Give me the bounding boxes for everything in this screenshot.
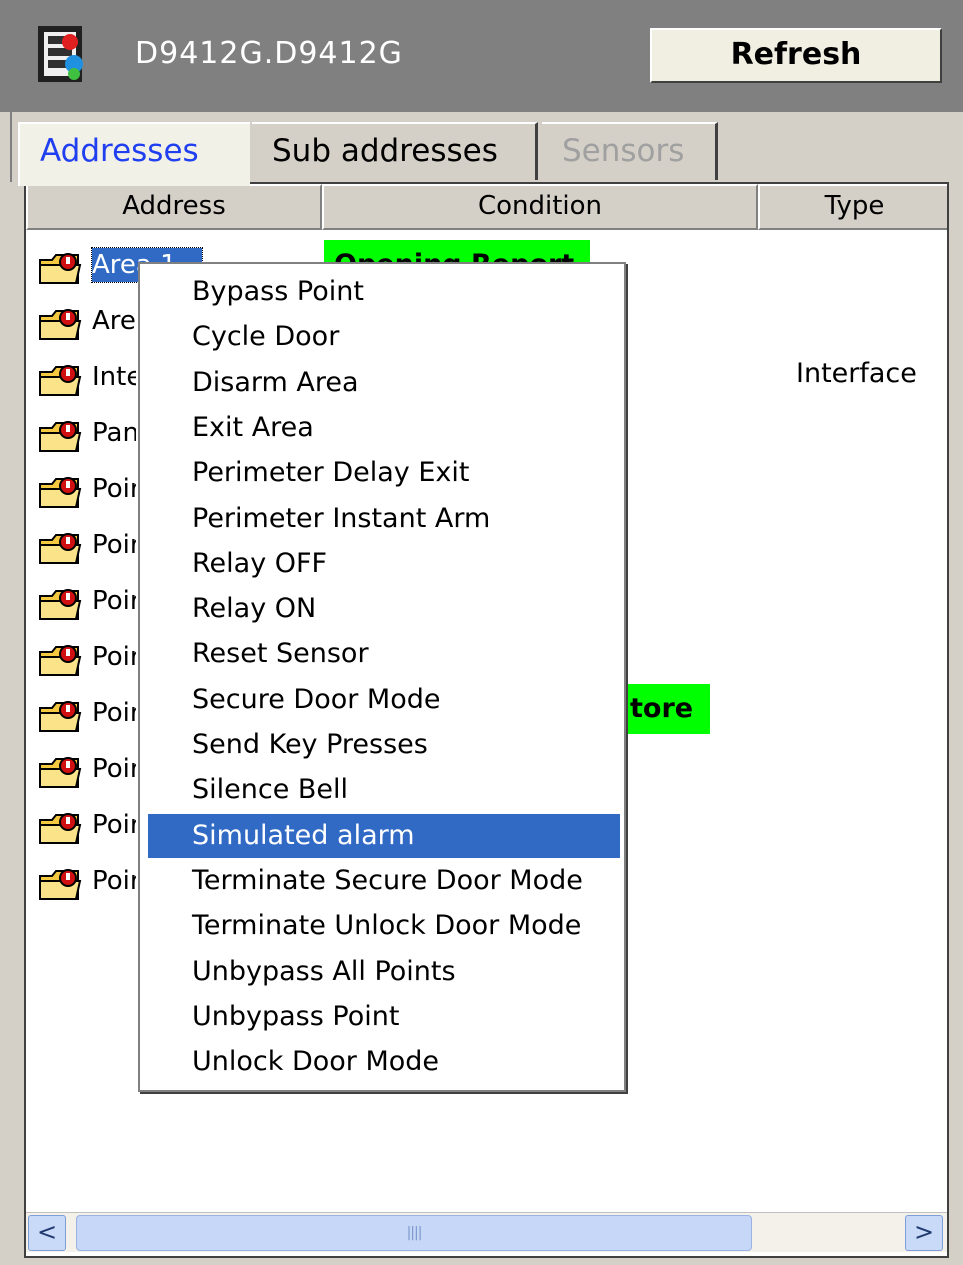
address-cell: Pan [92, 418, 136, 448]
condition-badge: tore [624, 684, 710, 734]
tab-sensors: Sensors [542, 122, 718, 180]
tab-strip: Addresses Sub addresses Sensors [10, 112, 963, 186]
folder-alarm-icon [39, 533, 82, 564]
menu-item-bypass-point[interactable]: Bypass Point [148, 270, 620, 314]
refresh-button[interactable]: Refresh [650, 28, 942, 83]
address-cell: Inte [92, 362, 136, 392]
scroll-right-button[interactable]: > [905, 1215, 943, 1251]
folder-alarm-icon [39, 365, 82, 396]
folder-alarm-icon [39, 813, 82, 844]
menu-item-relay-on[interactable]: Relay ON [148, 587, 620, 631]
folder-alarm-icon [39, 589, 82, 620]
menu-item-silence-bell[interactable]: Silence Bell [148, 768, 620, 812]
menu-item-disarm-area[interactable]: Disarm Area [148, 361, 620, 405]
folder-alarm-icon [39, 701, 82, 732]
menu-item-terminate-unlock-door-mode[interactable]: Terminate Unlock Door Mode [148, 904, 620, 948]
column-header-condition[interactable]: Condition [322, 184, 758, 230]
horizontal-scrollbar[interactable]: < |||| > [26, 1212, 947, 1252]
address-cell: Poir [92, 586, 136, 616]
tab-sub-addresses[interactable]: Sub addresses [252, 122, 538, 180]
folder-alarm-icon [39, 757, 82, 788]
tab-addresses[interactable]: Addresses [18, 122, 250, 186]
menu-item-simulated-alarm[interactable]: Simulated alarm [148, 813, 620, 858]
menu-item-unbypass-point[interactable]: Unbypass Point [148, 995, 620, 1039]
menu-item-unbypass-all-points[interactable]: Unbypass All Points [148, 950, 620, 994]
folder-alarm-icon [39, 253, 82, 284]
menu-item-reset-sensor[interactable]: Reset Sensor [148, 632, 620, 676]
folder-alarm-icon [39, 309, 82, 340]
menu-item-perimeter-instant-arm[interactable]: Perimeter Instant Arm [148, 497, 620, 541]
menu-item-exit-area[interactable]: Exit Area [148, 406, 620, 450]
address-cell: Poir [92, 474, 136, 504]
address-cell: Poir [92, 642, 136, 672]
address-cell: Poir [92, 698, 136, 728]
folder-alarm-icon [39, 645, 82, 676]
type-cell: Interface [796, 358, 917, 389]
folder-alarm-icon [39, 477, 82, 508]
scroll-thumb[interactable]: |||| [76, 1215, 752, 1251]
scroll-left-button[interactable]: < [28, 1215, 66, 1251]
menu-item-cycle-door[interactable]: Cycle Door [148, 315, 620, 359]
address-cell: Poir [92, 754, 136, 784]
menu-item-send-key-presses[interactable]: Send Key Presses [148, 723, 620, 767]
title-bar: D9412G.D9412G Refresh [0, 0, 963, 112]
menu-item-secure-door-mode[interactable]: Secure Door Mode [148, 678, 620, 722]
folder-alarm-icon [39, 869, 82, 900]
menu-item-perimeter-delay-exit[interactable]: Perimeter Delay Exit [148, 451, 620, 495]
address-cell: Area [92, 306, 136, 336]
column-header-address[interactable]: Address [26, 184, 322, 230]
address-cell: Poir [92, 866, 136, 896]
menu-item-relay-off[interactable]: Relay OFF [148, 542, 620, 586]
address-cell: Poir [92, 810, 136, 840]
column-header-type[interactable]: Type [758, 184, 947, 230]
window-title: D9412G.D9412G [135, 36, 403, 71]
security-panel-icon [38, 26, 83, 82]
menu-item-unlock-door-mode[interactable]: Unlock Door Mode [148, 1040, 620, 1084]
folder-alarm-icon [39, 421, 82, 452]
context-menu: Bypass Point Cycle Door Disarm Area Exit Ar… [138, 262, 626, 1092]
address-cell: Poir [92, 530, 136, 560]
menu-item-terminate-secure-door-mode[interactable]: Terminate Secure Door Mode [148, 859, 620, 903]
